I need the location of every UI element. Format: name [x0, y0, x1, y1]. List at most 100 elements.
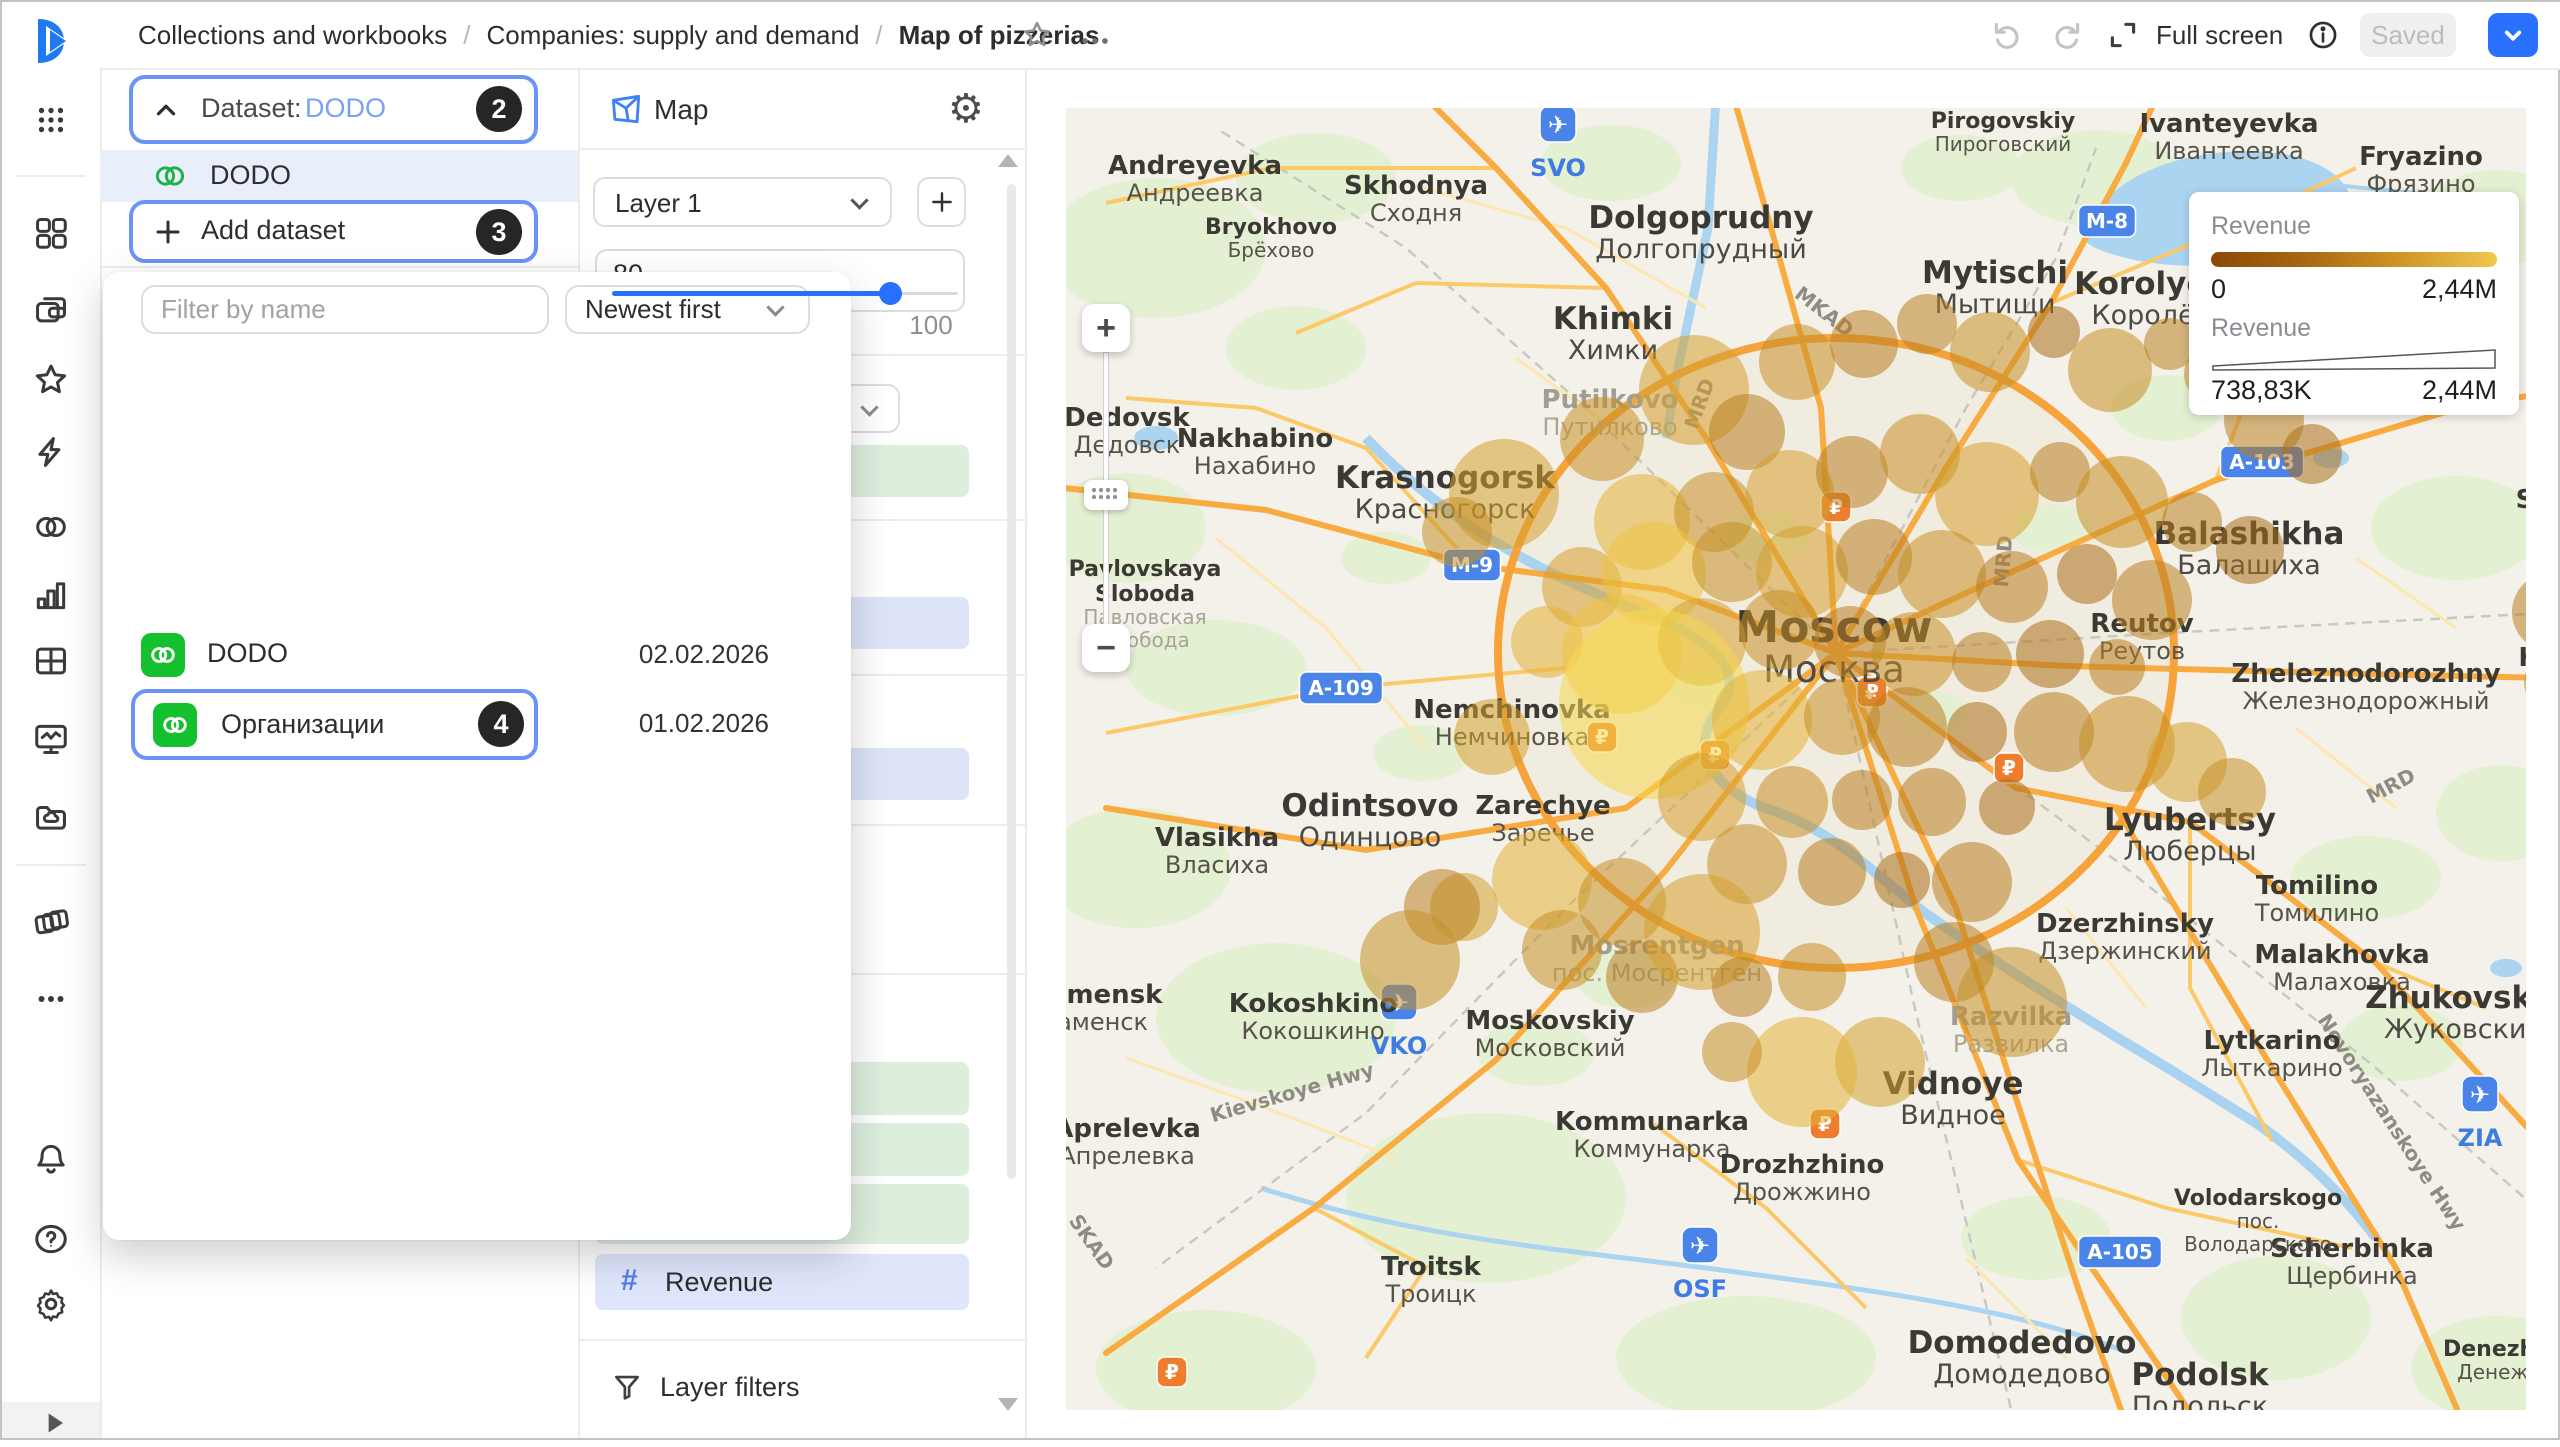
svg-text:Видное: Видное: [1900, 1100, 2006, 1131]
svg-text:Одинцово: Одинцово: [1299, 822, 1441, 853]
svg-text:Sloboda: Sloboda: [1095, 582, 1195, 607]
sidebar-item-workbooks[interactable]: [32, 290, 70, 328]
add-dataset-button[interactable]: Add dataset 3: [129, 200, 538, 263]
undo-icon[interactable]: [1990, 18, 2024, 52]
chevron-down-icon: [2498, 20, 2528, 50]
sidebar-item-gallery[interactable]: [32, 902, 70, 940]
svg-text:Kupavna: Kupavna: [2518, 643, 2526, 673]
svg-text:Staraya: Staraya: [2516, 485, 2526, 515]
breadcrumb-collections[interactable]: Collections and workbooks: [138, 20, 447, 51]
svg-text:Андреевка: Андреевка: [1127, 179, 1264, 207]
sidebar-item-datasets[interactable]: [32, 508, 70, 546]
organizations-highlight-box: Организации 4: [131, 689, 538, 760]
svg-text:M-8: M-8: [2086, 209, 2128, 233]
sidebar-item-editor[interactable]: [32, 433, 70, 471]
zoom-in-button[interactable]: +: [1082, 304, 1130, 352]
opacity-slider-track-active[interactable]: [612, 291, 890, 296]
info-icon[interactable]: [2306, 18, 2340, 52]
svg-text:Bryokhovo: Bryokhovo: [1205, 215, 1337, 240]
panel-divider: [100, 266, 578, 268]
scroll-up-arrow[interactable]: [998, 154, 1018, 167]
legend-color-min: 0: [2211, 274, 2226, 305]
sidebar-item-charts[interactable]: [32, 576, 70, 614]
legend-size-wedge: [2211, 347, 2497, 373]
column-divider: [1025, 68, 1027, 1438]
revenue-field-label: Revenue: [665, 1267, 773, 1298]
svg-text:Апрелевка: Апрелевка: [1066, 1142, 1195, 1170]
layer-filters-label[interactable]: Layer filters: [660, 1372, 800, 1403]
fullscreen-button[interactable]: Full screen: [2156, 20, 2283, 51]
dataset-dropdown: Newest first DODO 02.02.2026 Организации…: [103, 272, 851, 1240]
svg-text:Лыткарино: Лыткарино: [2201, 1054, 2342, 1082]
help-icon[interactable]: [32, 1220, 70, 1258]
sidebar-item-collections[interactable]: [32, 214, 70, 252]
svg-text:Брёхово: Брёхово: [1228, 238, 1315, 262]
measure-hash-icon: #: [621, 1264, 638, 1298]
svg-text:Znamensk: Znamensk: [1066, 980, 1163, 1010]
save-dropdown-button[interactable]: [2488, 13, 2538, 57]
legend-size-min: 738,83K: [2211, 375, 2312, 406]
sidebar-item-storage[interactable]: [32, 798, 70, 836]
svg-text:✈: ✈: [1548, 111, 1568, 139]
favorite-star-icon[interactable]: [1020, 18, 1054, 52]
chart-settings-gear-icon[interactable]: ⚙: [948, 86, 984, 132]
dataset-selected-label: DODO: [210, 160, 291, 191]
sidebar-item-more[interactable]: [32, 980, 70, 1018]
breadcrumb-workbook[interactable]: Companies: supply and demand: [487, 20, 860, 51]
svg-text:пос.: пос.: [2237, 1209, 2280, 1233]
svg-text:Дзержинский: Дзержинский: [2038, 937, 2211, 965]
scroll-down-arrow[interactable]: [998, 1398, 1018, 1411]
top-toolbar: Collections and workbooks / Companies: s…: [100, 2, 2560, 70]
svg-text:Люберцы: Люберцы: [2123, 836, 2256, 867]
chart-type-title: Map: [654, 94, 708, 126]
svg-text:A-109: A-109: [1308, 676, 1374, 700]
dataset-list-item-organizations[interactable]: Организации 4 01.02.2026: [103, 689, 851, 760]
filter-by-name-input[interactable]: [141, 285, 549, 334]
sidebar-item-tables[interactable]: [32, 642, 70, 680]
svg-text:Жуковский: Жуковский: [2384, 1014, 2526, 1045]
dataset-item-date: 02.02.2026: [609, 639, 769, 670]
svg-text:Khimki: Khimki: [1553, 301, 1673, 337]
panel-scrollbar[interactable]: [1007, 184, 1016, 1179]
step-badge-4: 4: [478, 701, 524, 747]
svg-text:Дедовск: Дедовск: [1074, 431, 1181, 459]
sidebar-item-favorites[interactable]: [32, 361, 70, 399]
layer-select[interactable]: Layer 1: [593, 177, 892, 227]
zoom-out-button[interactable]: −: [1082, 624, 1130, 672]
dataset-icon: [153, 703, 197, 747]
legend-size-title: Revenue: [2211, 314, 2497, 343]
dataset-list-item-dodo[interactable]: DODO 02.02.2026: [103, 624, 851, 686]
plus-icon: [153, 217, 183, 247]
sidebar-item-dashboards[interactable]: [32, 720, 70, 758]
breadcrumb-separator: /: [875, 20, 882, 51]
opacity-slider-handle[interactable]: [879, 282, 902, 305]
svg-text:✈: ✈: [1690, 1232, 1710, 1260]
svg-text:Aprelevka: Aprelevka: [1066, 1114, 1201, 1144]
add-layer-button[interactable]: [917, 177, 966, 227]
dataset-selected-row[interactable]: DODO: [100, 150, 578, 202]
settings-gear-icon[interactable]: [32, 1285, 70, 1323]
revenue-field-row[interactable]: # Revenue: [595, 1254, 969, 1310]
svg-text:Mytischi: Mytischi: [1922, 255, 2068, 291]
expand-sidebar-icon[interactable]: [36, 1404, 74, 1442]
redo-icon[interactable]: [2050, 18, 2084, 52]
saved-button[interactable]: Saved: [2360, 13, 2456, 57]
notifications-bell-icon[interactable]: [32, 1140, 70, 1178]
svg-text:Володарского: Володарского: [2184, 1232, 2332, 1256]
svg-text:Нахабино: Нахабино: [1194, 452, 1316, 480]
dataset-control[interactable]: Dataset: DODO 2: [129, 75, 538, 144]
plus-icon: [929, 189, 955, 215]
svg-text:Odintsovo: Odintsovo: [1281, 788, 1458, 824]
dataset-circles-icon: [152, 158, 188, 194]
svg-text:Troitsk: Troitsk: [1381, 1252, 1481, 1282]
svg-text:Dolgoprudny: Dolgoprudny: [1588, 200, 1813, 236]
apps-grid-icon[interactable]: [32, 101, 70, 139]
filter-funnel-icon: [610, 1370, 644, 1404]
zoom-slider-handle[interactable]: [1084, 480, 1128, 510]
svg-text:Volodarskogo: Volodarskogo: [2174, 1186, 2342, 1211]
fullscreen-expand-icon[interactable]: [2106, 18, 2140, 52]
svg-text:Vlasikha: Vlasikha: [1155, 823, 1279, 853]
datalens-logo-icon[interactable]: [24, 16, 80, 66]
more-actions-icon[interactable]: [1078, 24, 1112, 58]
svg-text:₽: ₽: [1165, 1360, 1179, 1384]
